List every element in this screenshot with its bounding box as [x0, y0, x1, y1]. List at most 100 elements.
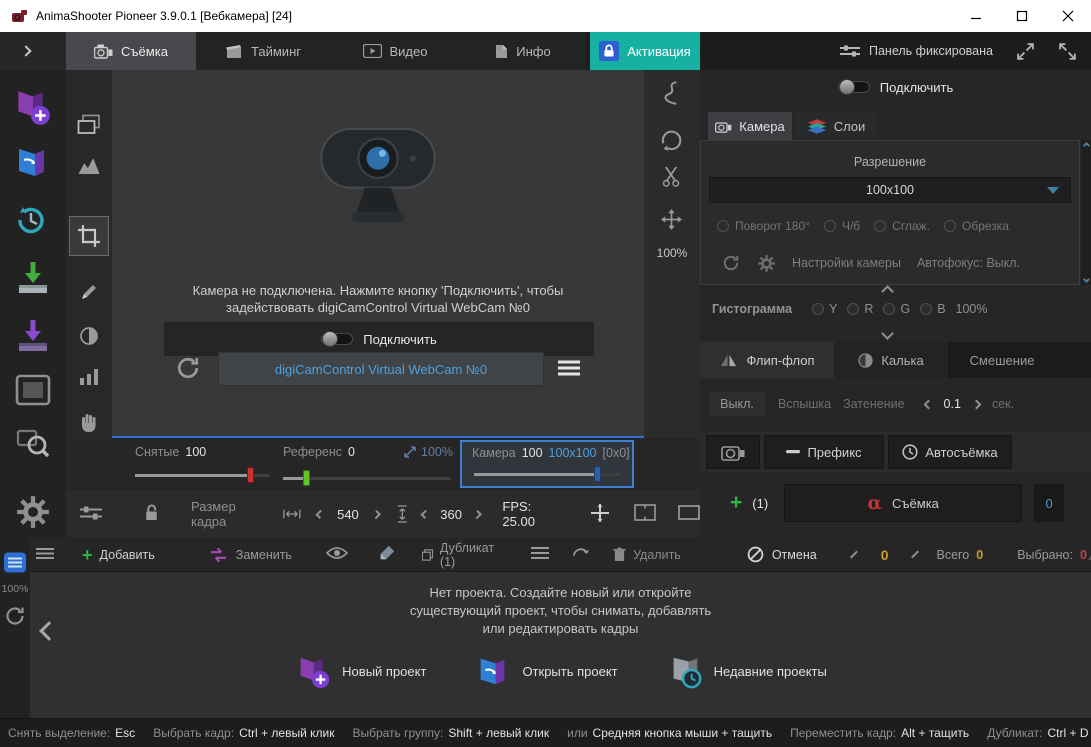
interval-increase-button[interactable]	[971, 399, 982, 409]
add-layer-button[interactable]: +	[730, 492, 742, 513]
panel-fixed-control[interactable]: Панель фиксирована	[840, 32, 993, 70]
smooth-option[interactable]: Сглаж.	[874, 219, 930, 233]
camera-mode-button[interactable]	[706, 435, 760, 469]
hist-channel-g[interactable]: G	[883, 302, 910, 316]
device-menu-button[interactable]	[556, 358, 582, 381]
tab-flipflop[interactable]: Флип-флоп	[700, 342, 834, 378]
hist-channel-r[interactable]: R	[847, 302, 873, 316]
width-decrease-button[interactable]	[315, 509, 325, 519]
panel-connect-button[interactable]: Подключить	[700, 76, 1091, 98]
sidebar-recent-projects-button[interactable]	[12, 200, 52, 243]
collapse-up-button[interactable]	[881, 284, 894, 299]
fullscreen-button[interactable]	[1058, 42, 1077, 64]
bw-option[interactable]: Ч/б	[823, 219, 860, 233]
adjust-sliders-button[interactable]	[80, 505, 102, 524]
hand-tool[interactable]	[80, 412, 98, 435]
height-decrease-button[interactable]	[420, 509, 430, 519]
hist-r-radio[interactable]	[847, 303, 860, 315]
rotate-180-option[interactable]: Поворот 180°	[717, 219, 810, 233]
paint-button[interactable]	[378, 544, 396, 565]
bw-radio[interactable]	[823, 220, 836, 232]
scroll-up-icon[interactable]	[1082, 141, 1090, 150]
panel-tab-layers[interactable]: Слои	[796, 112, 876, 140]
sidebar-frame-viewer-button[interactable]	[15, 374, 51, 409]
prev-frame-button[interactable]	[849, 550, 858, 559]
captured-slider-handle[interactable]	[247, 467, 254, 483]
camera-settings-gear-icon[interactable]	[757, 254, 776, 273]
reference-slider[interactable]	[283, 470, 451, 486]
hist-b-radio[interactable]	[920, 303, 933, 315]
autoshoot-button[interactable]: Автосъёмка	[888, 435, 1012, 469]
timeline-menu-button[interactable]	[36, 547, 54, 563]
hist-y-radio[interactable]	[812, 303, 825, 315]
redo-button[interactable]	[571, 544, 591, 565]
new-project-button[interactable]: Новый проект	[294, 652, 426, 690]
hist-channel-y[interactable]: Y	[812, 302, 837, 316]
shading-label[interactable]: Затенение	[843, 397, 904, 411]
sidebar-expand-button[interactable]	[0, 32, 66, 70]
minimize-button[interactable]	[953, 0, 999, 32]
smooth-radio[interactable]	[874, 220, 887, 232]
next-frame-button[interactable]	[911, 550, 920, 559]
sidebar-new-project-button[interactable]	[11, 85, 53, 130]
resolution-select[interactable]: 100x100	[709, 177, 1071, 203]
flash-label[interactable]: Вспышка	[778, 397, 831, 411]
crop-tool-selected[interactable]	[69, 216, 109, 256]
thumbnails-mode-button[interactable]	[1087, 545, 1091, 564]
tab-info[interactable]: Инфо	[460, 32, 586, 70]
rotate-180-tool[interactable]	[659, 128, 683, 155]
refresh-devices-button[interactable]	[174, 354, 202, 385]
crop-radio[interactable]	[944, 220, 956, 232]
collapse-down-button[interactable]	[881, 326, 894, 341]
cut-tool[interactable]	[661, 166, 681, 190]
timeline-refresh-button[interactable]	[3, 604, 27, 631]
curves-tool[interactable]	[660, 80, 682, 109]
pen-tool[interactable]	[79, 282, 99, 305]
contrast-tool[interactable]	[79, 326, 99, 349]
cancel-button[interactable]: Отмена	[747, 546, 817, 563]
shoot-button[interactable]: α Съёмка	[784, 484, 1023, 522]
captured-slider[interactable]	[135, 467, 270, 483]
refresh-camera-icon[interactable]	[721, 253, 741, 273]
tab-tracing[interactable]: Калька	[834, 342, 948, 378]
histogram-tool[interactable]	[77, 156, 101, 178]
rotate-180-radio[interactable]	[717, 220, 729, 232]
camera-slider-box[interactable]: Камера 100 100x100 [0x0]	[460, 440, 634, 488]
sidebar-settings-button[interactable]	[15, 494, 51, 533]
maximize-button[interactable]	[999, 0, 1045, 32]
panel-tab-camera[interactable]: Камера	[708, 112, 792, 140]
prefix-button[interactable]: Префикс	[764, 435, 884, 469]
hist-channel-b[interactable]: B	[920, 302, 946, 316]
timeline-scroll-left-button[interactable]	[39, 621, 59, 641]
frames-stack-tool[interactable]	[77, 114, 101, 139]
sidebar-import-button[interactable]	[13, 258, 53, 301]
sidebar-export-button[interactable]	[13, 316, 53, 359]
show-frame-button[interactable]	[678, 505, 700, 523]
add-frame-button[interactable]: + Добавить	[82, 546, 155, 564]
replace-frame-button[interactable]: Заменить	[209, 547, 292, 563]
width-increase-button[interactable]	[371, 509, 381, 519]
levels-tool[interactable]	[79, 368, 99, 389]
recent-projects-button[interactable]: Недавние проекты	[666, 652, 827, 690]
pan-tool[interactable]	[660, 208, 683, 234]
connect-camera-button[interactable]: Подключить	[164, 322, 594, 356]
crop-option[interactable]: Обрезка	[944, 219, 1009, 233]
tab-shooting[interactable]: Съёмка	[66, 32, 196, 70]
camera-slider[interactable]	[474, 466, 620, 482]
tab-video[interactable]: Видео	[330, 32, 460, 70]
fit-frame-button[interactable]	[634, 504, 656, 524]
flash-off-button[interactable]: Выкл.	[708, 390, 766, 418]
reference-slider-handle[interactable]	[303, 470, 310, 486]
open-project-button[interactable]: Открыть проект	[474, 652, 618, 690]
camera-slider-handle[interactable]	[594, 466, 601, 482]
camera-settings-label[interactable]: Настройки камеры	[792, 256, 901, 270]
lock-ratio-button[interactable]	[144, 504, 159, 524]
tab-timing[interactable]: Тайминг	[196, 32, 330, 70]
panel-scrollbar[interactable]	[1081, 140, 1091, 285]
sidebar-open-project-button[interactable]	[12, 142, 52, 185]
autofocus-label[interactable]: Автофокус: Выкл.	[917, 256, 1020, 270]
duplicate-button[interactable]: Дубликат (1)	[421, 541, 497, 569]
visibility-button[interactable]	[325, 546, 349, 563]
close-button[interactable]	[1045, 0, 1091, 32]
timeline-film-button[interactable]	[3, 550, 27, 578]
